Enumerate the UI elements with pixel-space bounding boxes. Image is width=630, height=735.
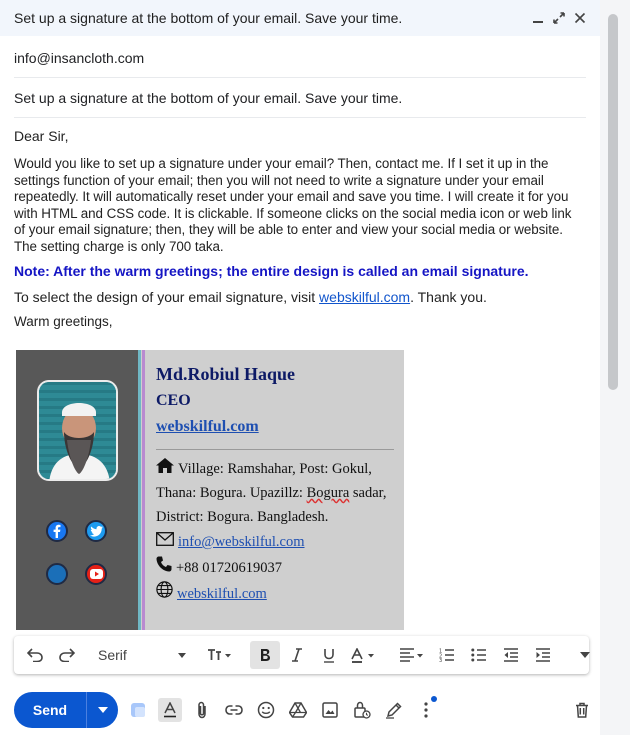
body-paragraph: Would you like to set up a signature und… <box>14 156 572 254</box>
compose-title: Set up a signature at the bottom of your… <box>14 10 403 26</box>
greeting-text: Dear Sir, <box>14 128 69 144</box>
signature-pen-icon[interactable] <box>382 698 406 722</box>
closing-text: Warm greetings, <box>14 314 113 329</box>
signature-email-row: info@webskilful.com <box>156 529 396 555</box>
signature-phone-row: +88 01720619037 <box>156 555 396 581</box>
note-text: Note: After the warm greetings; the enti… <box>14 263 529 279</box>
drive-layout-icon[interactable] <box>126 698 150 722</box>
signature-email-link[interactable]: info@webskilful.com <box>178 529 305 555</box>
more-formatting-button[interactable] <box>570 641 600 669</box>
text-color-button[interactable] <box>346 641 382 669</box>
from-field[interactable]: info@insancloth.com <box>14 38 586 78</box>
expand-icon[interactable] <box>552 12 565 25</box>
discard-draft-icon[interactable] <box>570 698 594 722</box>
address-line-2: Thana: Bogura. Upazillz: Bogura sadar, <box>156 485 387 501</box>
emoji-icon[interactable] <box>254 698 278 722</box>
twitter-icon[interactable] <box>85 520 107 542</box>
email-signature: Md.Robiul Haque CEO webskilful.com Villa… <box>16 350 404 630</box>
signature-web-row: webskilful.com <box>156 581 396 607</box>
signature-website-link[interactable]: webskilful.com <box>156 414 396 440</box>
font-family-value: Serif <box>98 647 127 663</box>
signature-divider <box>156 449 394 450</box>
chevron-down-icon <box>178 652 186 658</box>
svg-text:3: 3 <box>439 658 442 662</box>
phone-icon <box>156 555 172 581</box>
italic-button[interactable] <box>282 641 312 669</box>
signature-role: CEO <box>156 392 191 409</box>
font-size-button[interactable] <box>202 641 238 669</box>
facebook-icon[interactable] <box>46 520 68 542</box>
signature-web-link[interactable]: webskilful.com <box>177 581 267 607</box>
signature-name: Md.Robiul Haque <box>156 364 296 384</box>
formatting-toolbar: Serif 123 <box>14 636 590 674</box>
scrollbar[interactable] <box>600 0 630 735</box>
visit-prefix: To select the design of your email signa… <box>14 289 320 305</box>
send-button[interactable]: Send <box>14 692 118 728</box>
mail-icon <box>156 529 174 555</box>
signature-details: Md.Robiul Haque CEO webskilful.com Villa… <box>156 360 396 607</box>
chevron-down-icon <box>97 707 108 713</box>
underline-button[interactable] <box>314 641 344 669</box>
signature-divider-purple <box>142 350 145 630</box>
social-link-icon[interactable] <box>46 563 68 585</box>
confidential-mode-icon[interactable] <box>350 698 374 722</box>
redo-button[interactable] <box>52 641 82 669</box>
insert-link-icon[interactable] <box>222 698 246 722</box>
visit-link[interactable]: webskilful.com <box>319 289 410 305</box>
signature-divider-teal <box>138 350 141 630</box>
signature-phone: +88 01720619037 <box>176 560 283 576</box>
send-label: Send <box>32 702 68 718</box>
more-options-icon[interactable] <box>414 696 438 722</box>
numbered-list-button[interactable]: 123 <box>432 641 462 669</box>
message-body[interactable]: Dear Sir, Would you like to set up a sig… <box>14 124 580 329</box>
subject-field[interactable]: Set up a signature at the bottom of your… <box>14 78 586 118</box>
address-line-1: Village: Ramshahar, Post: Gokul, <box>178 461 372 477</box>
avatar <box>37 380 118 481</box>
compose-window: Set up a signature at the bottom of your… <box>0 0 600 735</box>
insert-photo-icon[interactable] <box>318 698 342 722</box>
bold-button[interactable] <box>250 641 280 669</box>
notification-dot <box>431 696 437 702</box>
font-family-select[interactable]: Serif <box>94 641 190 669</box>
compose-bottom-bar: Send <box>14 690 594 730</box>
align-button[interactable] <box>394 641 430 669</box>
visit-suffix: . Thank you. <box>410 289 487 305</box>
compose-title-bar: Set up a signature at the bottom of your… <box>0 0 600 36</box>
send-options-button[interactable] <box>86 692 118 728</box>
minimize-icon[interactable] <box>531 12 544 25</box>
signature-address: Village: Ramshahar, Post: Gokul, Thana: … <box>156 457 396 529</box>
formatting-options-icon[interactable] <box>158 698 182 722</box>
indent-less-button[interactable] <box>496 641 526 669</box>
visit-line: To select the design of your email signa… <box>14 289 580 305</box>
indent-more-button[interactable] <box>528 641 558 669</box>
bulleted-list-button[interactable] <box>464 641 494 669</box>
scroll-thumb[interactable] <box>608 14 618 390</box>
address-line-3: District: Bogura. Bangladesh. <box>156 509 329 525</box>
globe-icon <box>156 581 173 607</box>
attach-file-icon[interactable] <box>190 698 214 722</box>
undo-button[interactable] <box>20 641 50 669</box>
signature-left-panel <box>16 350 138 630</box>
youtube-icon[interactable] <box>85 563 107 585</box>
close-icon[interactable] <box>573 12 586 25</box>
drive-icon[interactable] <box>286 698 310 722</box>
home-icon <box>156 457 174 481</box>
